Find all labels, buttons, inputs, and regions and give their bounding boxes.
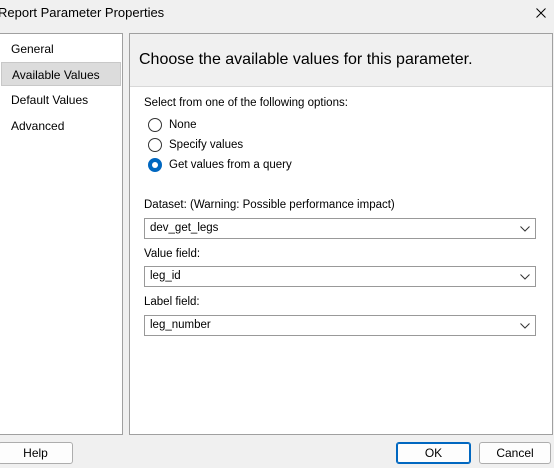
dataset-label: Dataset: (Warning: Possible performance … bbox=[144, 199, 395, 211]
nav-item-label: General bbox=[11, 42, 54, 56]
label-field-label: Label field: bbox=[144, 296, 200, 308]
radio-get-values-from-query[interactable]: Get values from a query bbox=[148, 157, 292, 173]
nav-item-label: Default Values bbox=[11, 93, 89, 107]
radio-circle-icon bbox=[148, 138, 162, 152]
ok-button[interactable]: OK bbox=[396, 442, 471, 464]
chevron-down-icon bbox=[519, 320, 531, 332]
radio-specify-values[interactable]: Specify values bbox=[148, 137, 243, 153]
main-panel: Choose the available values for this par… bbox=[129, 33, 553, 435]
close-button[interactable] bbox=[530, 3, 552, 23]
chevron-down-icon bbox=[519, 271, 531, 283]
value-field-dropdown[interactable]: leg_id bbox=[144, 266, 536, 287]
radio-none[interactable]: None bbox=[148, 117, 197, 133]
dataset-value: dev_get_legs bbox=[150, 222, 219, 234]
nav-item-available-values[interactable]: Available Values bbox=[1, 62, 121, 86]
page-nav: General Available Values Default Values … bbox=[0, 33, 123, 435]
value-field-value: leg_id bbox=[150, 270, 181, 282]
help-button[interactable]: Help bbox=[0, 442, 73, 464]
cancel-button[interactable]: Cancel bbox=[479, 442, 551, 464]
nav-item-label: Advanced bbox=[11, 119, 65, 133]
title-bar: Report Parameter Properties bbox=[0, 0, 554, 26]
chevron-down-icon bbox=[519, 223, 531, 235]
nav-item-default-values[interactable]: Default Values bbox=[1, 88, 121, 112]
nav-item-general[interactable]: General bbox=[1, 37, 121, 61]
label-field-value: leg_number bbox=[150, 319, 211, 331]
label-field-dropdown[interactable]: leg_number bbox=[144, 315, 536, 336]
radio-label: Get values from a query bbox=[169, 159, 292, 171]
dataset-dropdown[interactable]: dev_get_legs bbox=[144, 218, 536, 239]
page-heading: Choose the available values for this par… bbox=[139, 51, 473, 68]
panel-header: Choose the available values for this par… bbox=[130, 34, 552, 87]
options-label: Select from one of the following options… bbox=[144, 97, 348, 109]
nav-item-advanced[interactable]: Advanced bbox=[1, 114, 121, 138]
nav-item-label: Available Values bbox=[12, 68, 100, 82]
window-title: Report Parameter Properties bbox=[0, 5, 165, 20]
radio-circle-icon bbox=[148, 118, 162, 132]
value-field-label: Value field: bbox=[144, 248, 201, 260]
radio-label: None bbox=[169, 119, 197, 131]
radio-label: Specify values bbox=[169, 139, 244, 151]
close-icon bbox=[536, 8, 546, 18]
radio-checked-icon bbox=[148, 158, 162, 172]
